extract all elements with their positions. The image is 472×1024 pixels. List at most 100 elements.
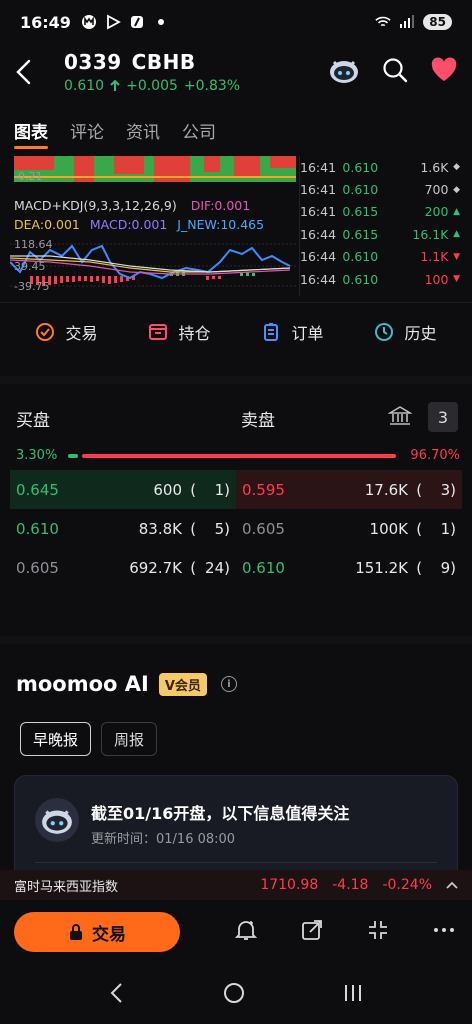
- info-icon[interactable]: i: [220, 676, 237, 692]
- trade-button-label: 交易: [92, 924, 126, 945]
- dif-value: DIF:0.001: [190, 198, 251, 213]
- buy-ratio-bar: [68, 454, 78, 458]
- bid-level[interactable]: 0.645 600 (1): [10, 470, 236, 509]
- robot-icon: [330, 60, 358, 83]
- play-notification-icon: [105, 14, 121, 30]
- tick-row: 16:44 0.610 1.1K ▼: [300, 249, 460, 265]
- bottom-action-bar: 交易: [0, 900, 472, 966]
- favorite-button[interactable]: [430, 57, 458, 87]
- volume-heat-band: [14, 156, 296, 182]
- j-new-value: J_NEW:10.465: [177, 217, 265, 232]
- tab-chart[interactable]: 图表: [14, 118, 48, 149]
- share-button[interactable]: [300, 918, 324, 946]
- section-divider: [0, 376, 472, 384]
- indicator-title: MACD+KDJ(9,3,3,12,26,9): [14, 198, 177, 213]
- axis-mid-label: 39.45: [14, 260, 46, 273]
- ai-robot-button[interactable]: [328, 56, 360, 88]
- order-book-header: 买盘 卖盘 3: [16, 402, 460, 432]
- ai-card-headline: 截至01/16开盘，以下信息值得关注: [91, 804, 350, 823]
- index-name: 富时马来西亚指数: [14, 879, 119, 895]
- ask-level[interactable]: 0.595 17.6K (3): [236, 470, 462, 509]
- indicator-chart[interactable]: -0.21 MACD+KDJ(9,3,3,12,26,9) DIF:0.001 …: [10, 156, 298, 296]
- tab-news[interactable]: 资讯: [126, 118, 160, 143]
- nav-back-button[interactable]: [107, 982, 127, 1008]
- up-triangle-icon: ▲: [453, 229, 460, 240]
- back-button[interactable]: [14, 58, 34, 86]
- bell-plus-icon: [234, 921, 258, 940]
- nav-back-icon: [110, 983, 123, 1003]
- history-icon: [375, 323, 394, 341]
- order-book: 0.645 600 (1) 0.595 17.6K (3) 0.610 83.8…: [10, 470, 462, 587]
- down-triangle-icon: ▼: [453, 251, 460, 262]
- trade-button[interactable]: 交易: [14, 912, 180, 952]
- stock-header: 0339 CBHB 0.610 +0.005 +0.83%: [0, 44, 472, 104]
- order-action-button[interactable]: 订单: [261, 320, 324, 344]
- signal-icon: [399, 14, 415, 30]
- price-alert-button[interactable]: [234, 918, 258, 946]
- tick-list[interactable]: 16:41 0.610 1.6K ◆ 16:41 0.610 700 ◆ 16:…: [300, 156, 460, 290]
- arrow-up-icon: [110, 80, 120, 91]
- sell-ratio-bar: [82, 454, 396, 458]
- detail-tabs: 图表 评论 资讯 公司: [14, 118, 216, 149]
- more-icon: [434, 928, 454, 932]
- sell-side-label: 卖盘: [241, 411, 275, 431]
- bank-icon: [387, 406, 413, 425]
- wifi-icon: [375, 14, 391, 30]
- axis-top-label: 118.64: [14, 238, 53, 251]
- neutral-diamond-icon: ◆: [453, 162, 460, 173]
- nav-recents-button[interactable]: [341, 981, 365, 1009]
- nav-home-button[interactable]: [222, 981, 246, 1009]
- up-triangle-icon: ▲: [453, 206, 460, 217]
- band-axis-label: -0.21: [14, 170, 43, 183]
- index-change: -4.18: [332, 877, 369, 893]
- tick-row: 16:41 0.615 200 ▲: [300, 204, 460, 220]
- more-button[interactable]: [432, 918, 456, 946]
- system-nav-bar: [0, 966, 472, 1024]
- index-ticker-bar[interactable]: 富时马来西亚指数 1710.98 -4.18 -0.24%: [0, 870, 472, 900]
- stock-change: +0.005: [126, 78, 178, 94]
- index-change-pct: -0.24%: [382, 877, 432, 893]
- ai-section-title: moomoo AI V会员 i: [16, 672, 237, 696]
- order-book-row: 0.645 600 (1) 0.595 17.6K (3): [10, 470, 462, 509]
- stock-price: 0.610: [64, 78, 105, 94]
- ask-level[interactable]: 0.610 151.2K (9): [236, 548, 462, 587]
- chevron-up-icon[interactable]: [446, 878, 458, 892]
- search-button[interactable]: [382, 57, 408, 87]
- position-action-button[interactable]: 持仓: [148, 320, 211, 344]
- down-triangle-icon: ▼: [453, 274, 460, 285]
- depth-level-button[interactable]: 3: [428, 402, 458, 432]
- pill-weekly-report[interactable]: 周报: [101, 722, 158, 756]
- macd-kdj-plot: [10, 243, 298, 287]
- tab-company[interactable]: 公司: [182, 118, 216, 143]
- pill-daily-report[interactable]: 早晚报: [20, 722, 92, 756]
- axis-bottom-label: -39.75: [14, 280, 50, 293]
- trade-action-button[interactable]: 交易: [35, 320, 98, 344]
- tick-row: 16:41 0.610 1.6K ◆: [300, 159, 460, 175]
- trade-icon: [36, 323, 55, 341]
- stock-quote: 0.610 +0.005 +0.83%: [64, 78, 240, 94]
- history-action-button[interactable]: 历史: [374, 320, 437, 344]
- ai-title-text: moomoo AI: [16, 672, 149, 696]
- collapse-icon: [369, 921, 387, 939]
- tick-row: 16:44 0.610 100 ▼: [300, 271, 460, 287]
- chevron-left-icon: [16, 59, 31, 85]
- ai-report-tabs: 早晚报 周报: [20, 722, 158, 756]
- status-time: 16:49: [20, 12, 71, 32]
- nav-home-icon: [223, 983, 244, 1003]
- collapse-button[interactable]: [366, 918, 390, 946]
- tab-comments[interactable]: 评论: [70, 118, 104, 143]
- order-book-row: 0.610 83.8K (5) 0.605 100K (1): [10, 509, 462, 548]
- ai-insight-card[interactable]: 截至01/16开盘，以下信息值得关注 更新时间：01/16 08:00: [14, 775, 458, 885]
- stock-code: 0339: [64, 50, 122, 74]
- robot-icon: [42, 810, 72, 834]
- order-icon: [264, 323, 279, 341]
- bid-level[interactable]: 0.610 83.8K (5): [10, 509, 236, 548]
- section-divider: [0, 636, 472, 644]
- neutral-diamond-icon: ◆: [453, 184, 460, 195]
- broker-queue-button[interactable]: [387, 404, 413, 433]
- buy-side-label: 买盘: [16, 411, 50, 431]
- bid-level[interactable]: 0.605 692.7K (24): [10, 548, 236, 587]
- ask-level[interactable]: 0.605 100K (1): [236, 509, 462, 548]
- stock-name: CBHB: [131, 50, 196, 74]
- index-value: 1710.98: [260, 877, 319, 893]
